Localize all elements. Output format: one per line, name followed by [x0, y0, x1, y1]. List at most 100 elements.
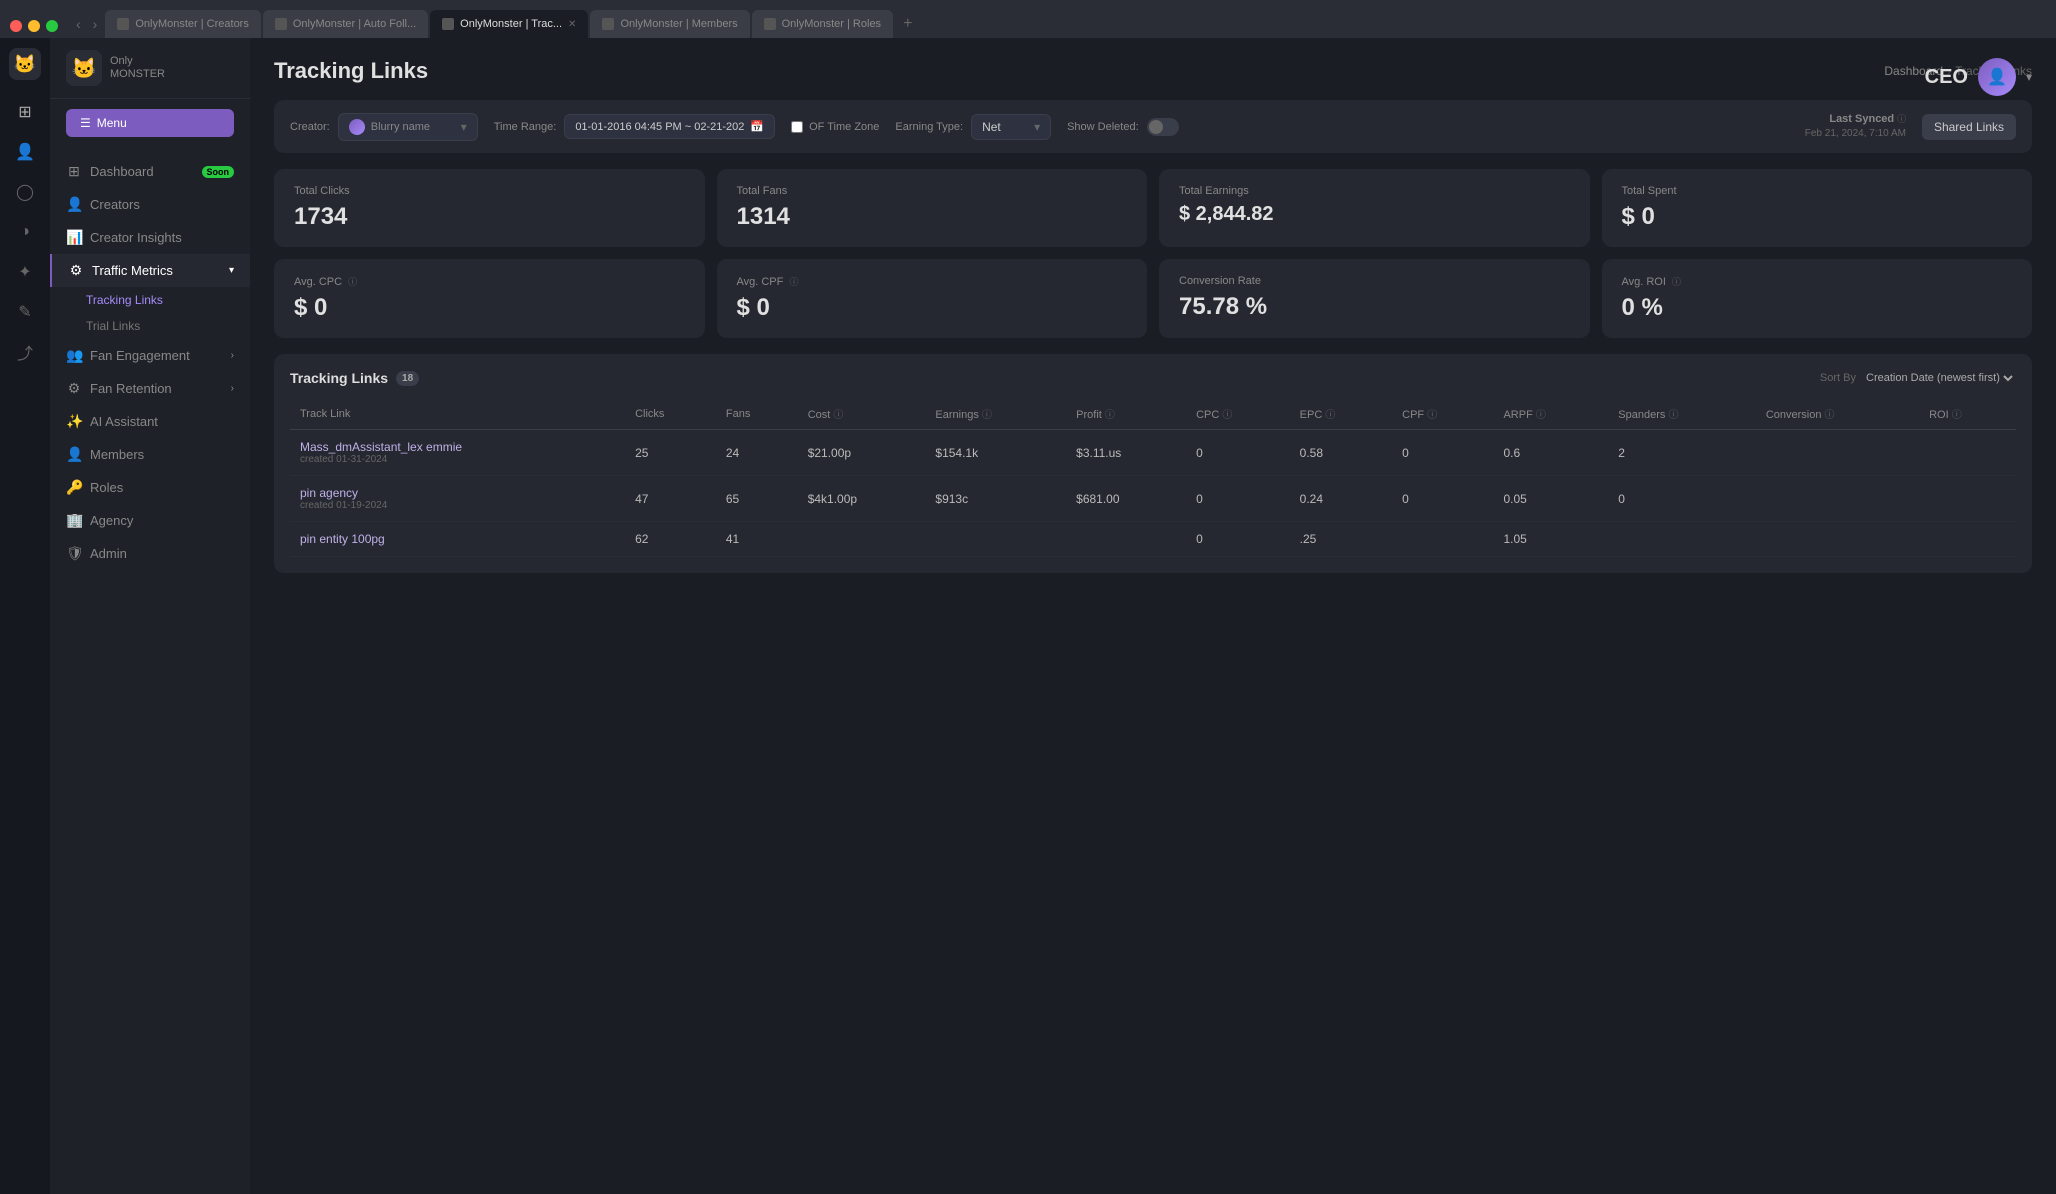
roles-icon: 🔑: [66, 479, 82, 496]
sidebar-item-agency[interactable]: 🏢 Agency: [50, 504, 250, 537]
date-range-picker[interactable]: 01-01-2016 04:45 PM ~ 02-21-202 📅: [564, 114, 775, 139]
chevron-right-icon: ›: [231, 350, 234, 361]
user-avatar[interactable]: 👤: [1978, 58, 2016, 96]
creator-select[interactable]: Blurry name ▾: [338, 113, 478, 141]
soon-badge: Soon: [202, 166, 235, 178]
forward-button[interactable]: ›: [89, 16, 102, 32]
sidebar-item-dashboard[interactable]: ⊞ Dashboard Soon: [50, 155, 250, 188]
header-right: Last Synced ⓘ Feb 21, 2024, 7:10 AM Shar…: [1805, 112, 2016, 141]
tracking-count-badge: 18: [396, 371, 419, 386]
cell-track-link[interactable]: pin entity 100pg: [290, 522, 625, 557]
info-icon: ⓘ: [1897, 114, 1906, 124]
chevron-right-icon: ›: [231, 383, 234, 394]
browser-chrome: ‹ › OnlyMonster | Creators OnlyMonster |…: [0, 0, 2056, 38]
maximize-button[interactable]: [46, 20, 58, 32]
earning-type-select[interactable]: Net ▾: [971, 114, 1051, 140]
calendar-icon: 📅: [750, 120, 764, 133]
sort-by-group: Sort By Creation Date (newest first): [1820, 371, 2016, 385]
back-button[interactable]: ‹: [72, 16, 85, 32]
agency-icon: 🏢: [66, 512, 82, 529]
stat-total-clicks: Total Clicks 1734: [274, 169, 705, 247]
timezone-label: OF Time Zone: [809, 121, 879, 133]
dashboard-icon: ⊞: [66, 163, 82, 180]
rail-icon-circle[interactable]: ◯: [9, 176, 41, 208]
cell-track-link[interactable]: pin agency created 01-19-2024: [290, 476, 625, 522]
new-tab-button[interactable]: +: [895, 10, 920, 38]
sidebar-item-creators[interactable]: 👤 Creators: [50, 188, 250, 221]
tab-tracking[interactable]: OnlyMonster | Trac... ✕: [430, 10, 588, 38]
rail-icon-moon[interactable]: ◑: [9, 216, 41, 248]
insights-icon: 📊: [66, 229, 82, 246]
tab-favicon: [275, 18, 287, 30]
cell-arpf: 1.05: [1493, 522, 1608, 557]
sidebar-item-trial-links[interactable]: Trial Links: [50, 313, 250, 339]
info-icon-roi: ⓘ: [1672, 277, 1681, 287]
cell-fans: 41: [716, 522, 798, 557]
cell-track-link[interactable]: Mass_dmAssistant_lex emmie created 01-31…: [290, 430, 625, 476]
sidebar-item-fan-engagement[interactable]: 👥 Fan Engagement ›: [50, 339, 250, 372]
cell-arpf: 0.05: [1493, 476, 1608, 522]
creator-avatar: [349, 119, 365, 135]
stat-value-fans: 1314: [737, 203, 1128, 231]
cell-earnings: $913c: [925, 476, 1066, 522]
tab-members[interactable]: OnlyMonster | Members: [590, 10, 749, 38]
tab-close-icon[interactable]: ✕: [568, 19, 576, 30]
tab-creators[interactable]: OnlyMonster | Creators: [105, 10, 261, 38]
stat-conversion-rate: Conversion Rate 75.78 %: [1159, 259, 1590, 338]
stat-value-clicks: 1734: [294, 203, 685, 231]
sidebar-item-admin[interactable]: 🛡 Admin: [50, 537, 250, 570]
earning-type-filter: Earning Type: Net ▾: [895, 114, 1051, 140]
stat-value-earnings: $ 2,844.82: [1179, 203, 1570, 226]
last-synced: Last Synced ⓘ Feb 21, 2024, 7:10 AM: [1805, 112, 1906, 141]
info-icon-epc: ⓘ: [1325, 410, 1335, 421]
cell-earnings: [925, 522, 1066, 557]
rail-logo[interactable]: 🐱: [9, 48, 41, 80]
sidebar-item-creator-insights[interactable]: 📊 Creator Insights: [50, 221, 250, 254]
sidebar-item-roles[interactable]: 🔑 Roles: [50, 471, 250, 504]
table-head: Track Link Clicks Fans Cost ⓘ Earnings ⓘ…: [290, 398, 2016, 430]
table-row: pin entity 100pg 62 41 0 .25 1.05: [290, 522, 2016, 557]
rail-icon-edit[interactable]: ✎: [9, 296, 41, 328]
col-cpc: CPC ⓘ: [1186, 398, 1290, 430]
sidebar-item-ai-assistant[interactable]: ✨ AI Assistant: [50, 405, 250, 438]
sidebar-nav: ⊞ Dashboard Soon 👤 Creators 📊 Creator In…: [50, 147, 250, 578]
of-timezone-checkbox[interactable]: [791, 121, 803, 133]
traffic-icon: ⚙: [68, 262, 84, 279]
tab-favicon: [764, 18, 776, 30]
stats-row-2: Avg. CPC ⓘ $ 0 Avg. CPF ⓘ $ 0 Conversion…: [274, 259, 2032, 338]
filters-bar: Creator: Blurry name ▾ Time Range: 01-01…: [274, 100, 2032, 153]
rail-icon-star[interactable]: ✦: [9, 256, 41, 288]
cell-clicks: 47: [625, 476, 716, 522]
members-icon: 👤: [66, 446, 82, 463]
menu-icon: ☰: [80, 116, 91, 130]
sort-by-select[interactable]: Creation Date (newest first): [1862, 371, 2016, 385]
cell-epc: 0.58: [1290, 430, 1392, 476]
cell-clicks: 62: [625, 522, 716, 557]
earning-type-label: Earning Type:: [895, 121, 963, 133]
user-chevron-icon[interactable]: ▾: [2026, 70, 2032, 84]
rail-icon-person[interactable]: 👤: [9, 136, 41, 168]
info-icon-cpf: ⓘ: [789, 277, 798, 287]
close-button[interactable]: [10, 20, 22, 32]
cell-roi: [1919, 476, 2016, 522]
tab-roles[interactable]: OnlyMonster | Roles: [752, 10, 893, 38]
tracking-links-section: Tracking Links 18 Sort By Creation Date …: [274, 354, 2032, 573]
sidebar-item-fan-retention[interactable]: ⚙ Fan Retention ›: [50, 372, 250, 405]
stat-value-avg-cpf: $ 0: [737, 294, 1128, 322]
window-controls: [10, 20, 58, 38]
sidebar-item-traffic-metrics[interactable]: ⚙ Traffic Metrics ▾: [50, 254, 250, 287]
minimize-button[interactable]: [28, 20, 40, 32]
brand-name: Only MONSTER: [110, 55, 165, 81]
sidebar-item-members[interactable]: 👤 Members: [50, 438, 250, 471]
menu-button[interactable]: ☰ Menu: [66, 109, 234, 137]
stat-avg-cpc: Avg. CPC ⓘ $ 0: [274, 259, 705, 338]
rail-icon-share[interactable]: ⤴: [9, 336, 41, 368]
sidebar-item-tracking-links[interactable]: Tracking Links: [50, 287, 250, 313]
fan-retention-icon: ⚙: [66, 380, 82, 397]
show-deleted-toggle[interactable]: [1147, 118, 1179, 136]
rail-icon-home[interactable]: ⊞: [9, 96, 41, 128]
shared-links-button[interactable]: Shared Links: [1922, 114, 2016, 140]
info-icon-roi-col: ⓘ: [1952, 410, 1962, 421]
tab-autofoll[interactable]: OnlyMonster | Auto Foll...: [263, 10, 428, 38]
cell-cost: [798, 522, 926, 557]
